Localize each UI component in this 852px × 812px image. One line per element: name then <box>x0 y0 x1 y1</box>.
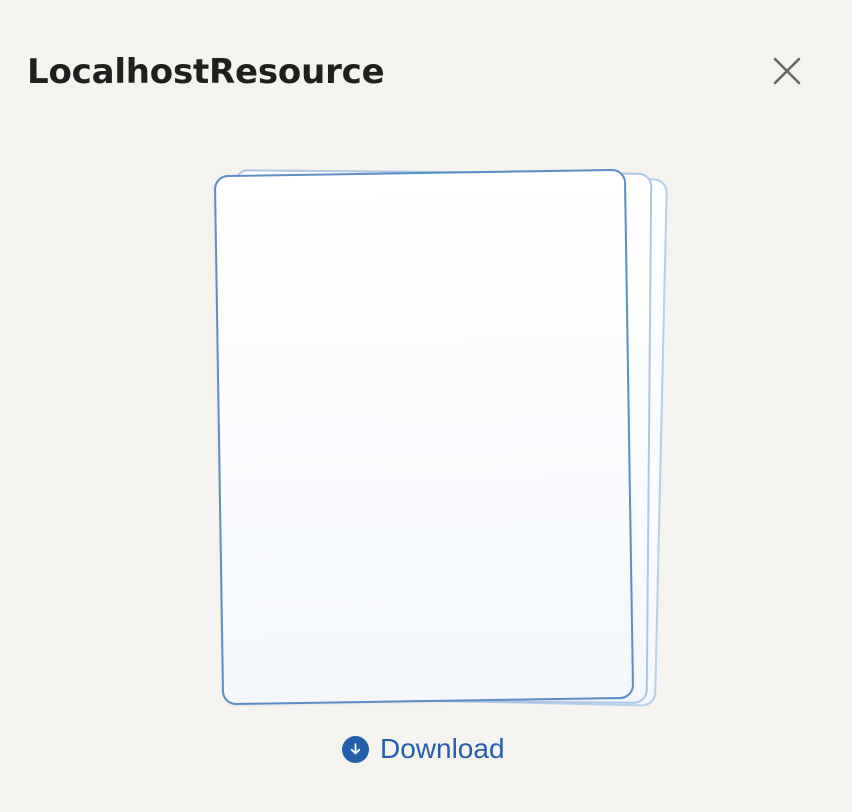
download-link[interactable]: Download <box>342 733 505 765</box>
close-button[interactable] <box>764 48 810 94</box>
modal-title: LocalhostResource <box>27 52 385 92</box>
close-icon <box>773 57 801 85</box>
document-preview <box>200 160 680 720</box>
download-icon <box>342 735 369 763</box>
download-label: Download <box>380 733 505 764</box>
document-page-front <box>213 168 635 706</box>
